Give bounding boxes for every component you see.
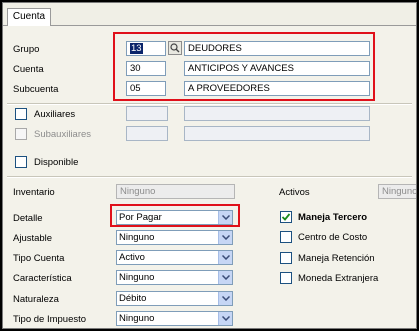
grupo-name-field[interactable]: DEUDORES (184, 41, 370, 56)
tab-cuenta[interactable]: Cuenta (7, 8, 51, 26)
disponible-label: Disponible (34, 157, 79, 168)
naturaleza-value: Débito (119, 293, 147, 304)
cuenta-label: Cuenta (13, 64, 44, 75)
caracteristica-label: Característica (13, 273, 72, 284)
caracteristica-select[interactable]: Ninguno (116, 270, 233, 285)
centro-costo-label: Centro de Costo (298, 232, 368, 243)
ajustable-dropdown-button[interactable] (218, 231, 232, 244)
tipo-cuenta-label: Tipo Cuenta (13, 253, 65, 264)
activos-field[interactable]: Ninguno (378, 184, 416, 199)
divider (7, 176, 412, 178)
auxiliares-code-field[interactable] (126, 106, 168, 121)
inventario-field[interactable]: Ninguno (116, 184, 235, 199)
centro-costo-checkbox[interactable] (280, 231, 292, 243)
naturaleza-label: Naturaleza (13, 294, 59, 305)
subauxiliares-checkbox[interactable] (15, 128, 27, 140)
detalle-value: Por Pagar (119, 212, 162, 223)
tipo-cuenta-value: Activo (119, 252, 145, 263)
ajustable-label: Ajustable (13, 233, 53, 244)
cuenta-name-field[interactable]: ANTICIPOS Y AVANCES (184, 61, 370, 76)
tipo-impuesto-label: Tipo de Impuesto (13, 314, 87, 325)
maneja-tercero-label: Maneja Tercero (298, 212, 367, 223)
activos-label: Activos (279, 187, 310, 198)
chevron-down-icon (222, 255, 230, 260)
chevron-down-icon (222, 275, 230, 280)
grupo-code-field[interactable]: 13 (126, 41, 166, 56)
maneja-retencion-checkbox[interactable] (280, 252, 292, 264)
ajustable-value: Ninguno (119, 232, 155, 243)
tipo-impuesto-dropdown-button[interactable] (218, 312, 232, 325)
subcuenta-code-field[interactable]: 05 (126, 81, 166, 96)
lookup-icon (170, 43, 180, 53)
cuenta-code-field[interactable]: 30 (126, 61, 166, 76)
caracteristica-dropdown-button[interactable] (218, 271, 232, 284)
tipo-cuenta-select[interactable]: Activo (116, 250, 233, 265)
detalle-label: Detalle (13, 213, 43, 224)
ajustable-select[interactable]: Ninguno (116, 230, 233, 245)
subauxiliares-code-field[interactable] (126, 126, 168, 141)
auxiliares-checkbox[interactable] (15, 108, 27, 120)
moneda-extranjera-label: Moneda Extranjera (298, 273, 379, 284)
subcuenta-label: Subcuenta (13, 84, 59, 95)
naturaleza-select[interactable]: Débito (116, 291, 233, 306)
tab-strip: Cuenta (3, 3, 416, 26)
maneja-retencion-label: Maneja Retención (298, 253, 375, 264)
detalle-select[interactable]: Por Pagar (116, 210, 233, 225)
moneda-extranjera-checkbox[interactable] (280, 272, 292, 284)
check-icon (281, 213, 291, 221)
disponible-checkbox[interactable] (15, 156, 27, 168)
chevron-down-icon (222, 296, 230, 301)
subauxiliares-name-field[interactable] (184, 126, 370, 141)
subauxiliares-label: Subauxiliares (34, 129, 92, 140)
divider (7, 103, 412, 105)
naturaleza-dropdown-button[interactable] (218, 292, 232, 305)
maneja-tercero-checkbox[interactable] (280, 211, 292, 223)
chevron-down-icon (222, 235, 230, 240)
tipo-cuenta-dropdown-button[interactable] (218, 251, 232, 264)
tipo-impuesto-select[interactable]: Ninguno (116, 311, 233, 326)
lookup-button[interactable] (168, 41, 182, 55)
subcuenta-name-field[interactable]: A PROVEEDORES (184, 81, 370, 96)
account-panel: Grupo 13 DEUDORES Cuenta 30 ANTICIPOS Y … (3, 26, 416, 328)
caracteristica-value: Ninguno (119, 272, 155, 283)
chevron-down-icon (222, 215, 230, 220)
tipo-impuesto-value: Ninguno (119, 313, 155, 324)
grupo-code-value: 13 (130, 43, 143, 54)
detalle-dropdown-button[interactable] (218, 211, 232, 224)
auxiliares-name-field[interactable] (184, 106, 370, 121)
grupo-label: Grupo (13, 44, 40, 55)
auxiliares-label: Auxiliares (34, 109, 76, 120)
chevron-down-icon (222, 316, 230, 321)
inventario-label: Inventario (13, 187, 55, 198)
account-form-window: Cuenta Grupo 13 DEUDORES Cuenta 30 ANTIC… (2, 2, 417, 329)
